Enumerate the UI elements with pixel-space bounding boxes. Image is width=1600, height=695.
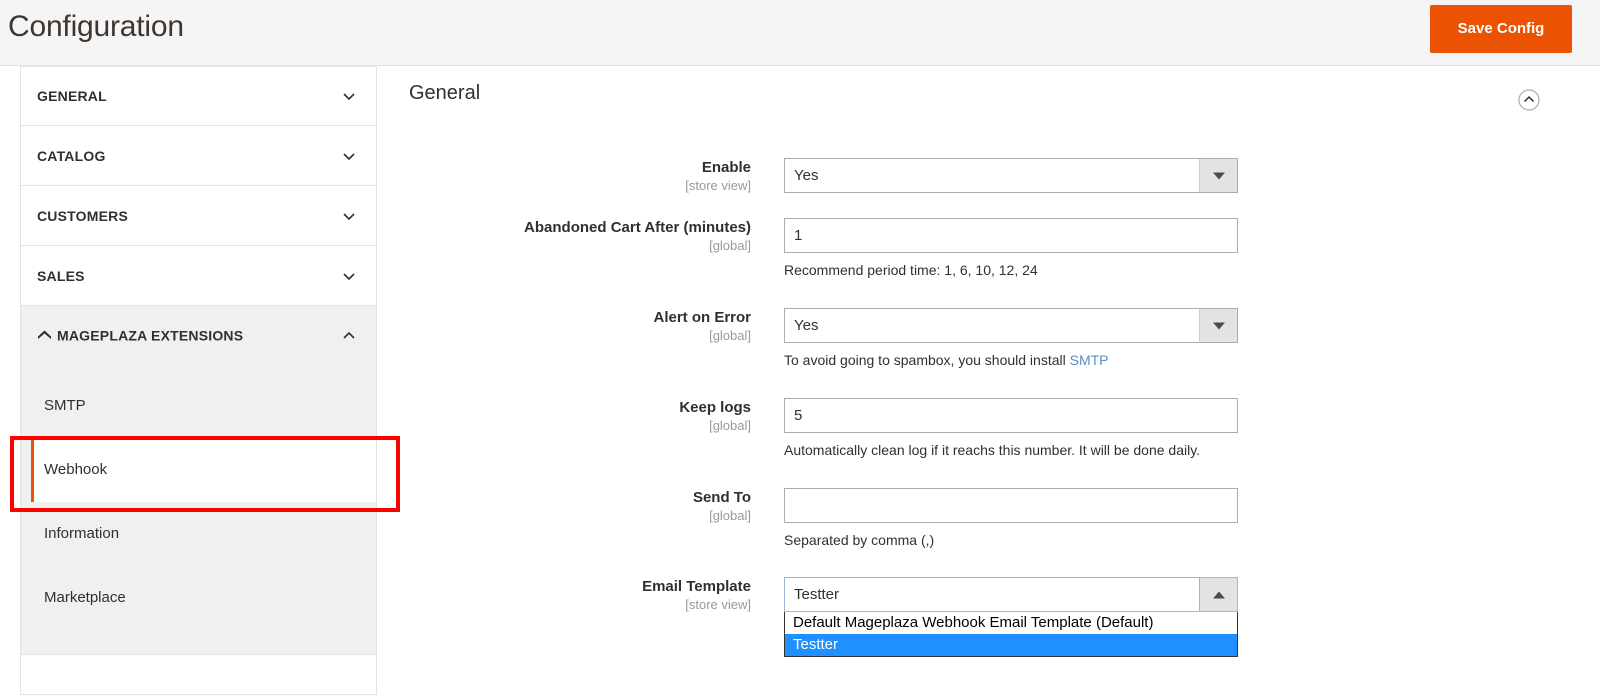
sidebar-section-mageplaza-extensions-text: MAGEPLAZA EXTENSIONS <box>57 328 243 344</box>
chevron-down-icon <box>342 209 356 223</box>
abandoned-cart-after-input[interactable] <box>784 218 1238 253</box>
sidebar-section-sales[interactable]: SALES <box>20 246 377 306</box>
sidebar-section-general[interactable]: GENERAL <box>20 66 377 126</box>
field-label-enable: Enable [store view] <box>397 158 768 194</box>
smtp-link[interactable]: SMTP <box>1070 352 1109 368</box>
field-control-keep-logs: Automatically clean log if it reachs thi… <box>784 398 1238 458</box>
sidebar-section-general-label: GENERAL <box>37 88 107 104</box>
email-template-select-value[interactable]: Testter <box>784 577 1238 612</box>
alert-on-error-select[interactable]: Yes <box>784 308 1238 343</box>
chevron-down-icon <box>342 149 356 163</box>
config-content: General Enable [store view] Yes Abandone… <box>397 66 1600 682</box>
section-title: General <box>409 82 480 105</box>
keep-logs-input[interactable] <box>784 398 1238 433</box>
sidebar-section-catalog[interactable]: CATALOG <box>20 126 377 186</box>
triangle-up-icon <box>1213 591 1225 598</box>
enable-select-value[interactable]: Yes <box>784 158 1238 193</box>
sidebar-item-information[interactable]: Information <box>21 502 376 566</box>
email-template-option-testter[interactable]: Testter <box>785 634 1237 656</box>
sidebar-submenu: SMTP Webhook Information Marketplace <box>20 366 377 655</box>
config-sidebar: GENERAL CATALOG CUSTOMERS SALES MAGEPLAZ… <box>20 66 377 682</box>
email-template-option-list: Default Mageplaza Webhook Email Template… <box>784 612 1238 657</box>
sidebar-section-sales-label: SALES <box>37 268 85 284</box>
chevron-up-circle-icon[interactable] <box>1518 89 1540 111</box>
alert-on-error-hint-text: To avoid going to spambox, you should in… <box>784 352 1070 368</box>
triangle-down-icon <box>1213 172 1225 179</box>
email-template-select-arrow-button[interactable] <box>1199 577 1238 612</box>
email-template-select[interactable]: Testter Default Mageplaza Webhook Email … <box>784 577 1238 612</box>
save-config-button[interactable]: Save Config <box>1430 5 1572 53</box>
sidebar-item-webhook[interactable]: Webhook <box>31 438 376 502</box>
alert-on-error-select-value[interactable]: Yes <box>784 308 1238 343</box>
send-to-input[interactable] <box>784 488 1238 523</box>
enable-select-arrow-button[interactable] <box>1199 158 1238 193</box>
mageplaza-logo-icon <box>37 329 52 345</box>
triangle-down-icon <box>1213 322 1225 329</box>
sidebar-section-catalog-label: CATALOG <box>37 148 106 164</box>
field-control-email-template: Testter Default Mageplaza Webhook Email … <box>784 577 1238 612</box>
page-title: Configuration <box>8 10 184 44</box>
enable-select[interactable]: Yes <box>784 158 1238 193</box>
field-control-alert-on-error: Yes To avoid going to spambox, you shoul… <box>784 308 1238 368</box>
section-header: General <box>397 66 1600 122</box>
field-control-abandoned-cart-after: Recommend period time: 1, 6, 10, 12, 24 <box>784 218 1238 278</box>
chevron-up-icon <box>342 329 356 343</box>
field-control-enable: Yes <box>784 158 1238 193</box>
field-label-email-template: Email Template [store view] <box>397 577 768 613</box>
sidebar-section-mageplaza-extensions[interactable]: MAGEPLAZA EXTENSIONS <box>20 306 377 366</box>
send-to-hint: Separated by comma (,) <box>784 532 1238 548</box>
alert-on-error-hint: To avoid going to spambox, you should in… <box>784 352 1238 368</box>
sidebar-section-next[interactable] <box>20 655 377 695</box>
sidebar-item-smtp[interactable]: SMTP <box>21 374 376 438</box>
field-label-abandoned-cart-after: Abandoned Cart After (minutes) [global] <box>397 218 768 254</box>
keep-logs-hint: Automatically clean log if it reachs thi… <box>784 442 1238 458</box>
alert-on-error-select-arrow-button[interactable] <box>1199 308 1238 343</box>
email-template-option-default[interactable]: Default Mageplaza Webhook Email Template… <box>785 612 1237 634</box>
sidebar-section-mageplaza-extensions-label: MAGEPLAZA EXTENSIONS <box>37 328 243 345</box>
field-label-send-to: Send To [global] <box>397 488 768 524</box>
field-label-alert-on-error: Alert on Error [global] <box>397 308 768 344</box>
sidebar-item-marketplace[interactable]: Marketplace <box>21 566 376 630</box>
chevron-down-icon <box>342 89 356 103</box>
abandoned-cart-after-hint: Recommend period time: 1, 6, 10, 12, 24 <box>784 262 1238 278</box>
field-label-keep-logs: Keep logs [global] <box>397 398 768 434</box>
field-control-send-to: Separated by comma (,) <box>784 488 1238 548</box>
page-header: Configuration Save Config <box>0 0 1600 66</box>
chevron-down-icon <box>342 269 356 283</box>
sidebar-section-customers-label: CUSTOMERS <box>37 208 128 224</box>
sidebar-section-customers[interactable]: CUSTOMERS <box>20 186 377 246</box>
